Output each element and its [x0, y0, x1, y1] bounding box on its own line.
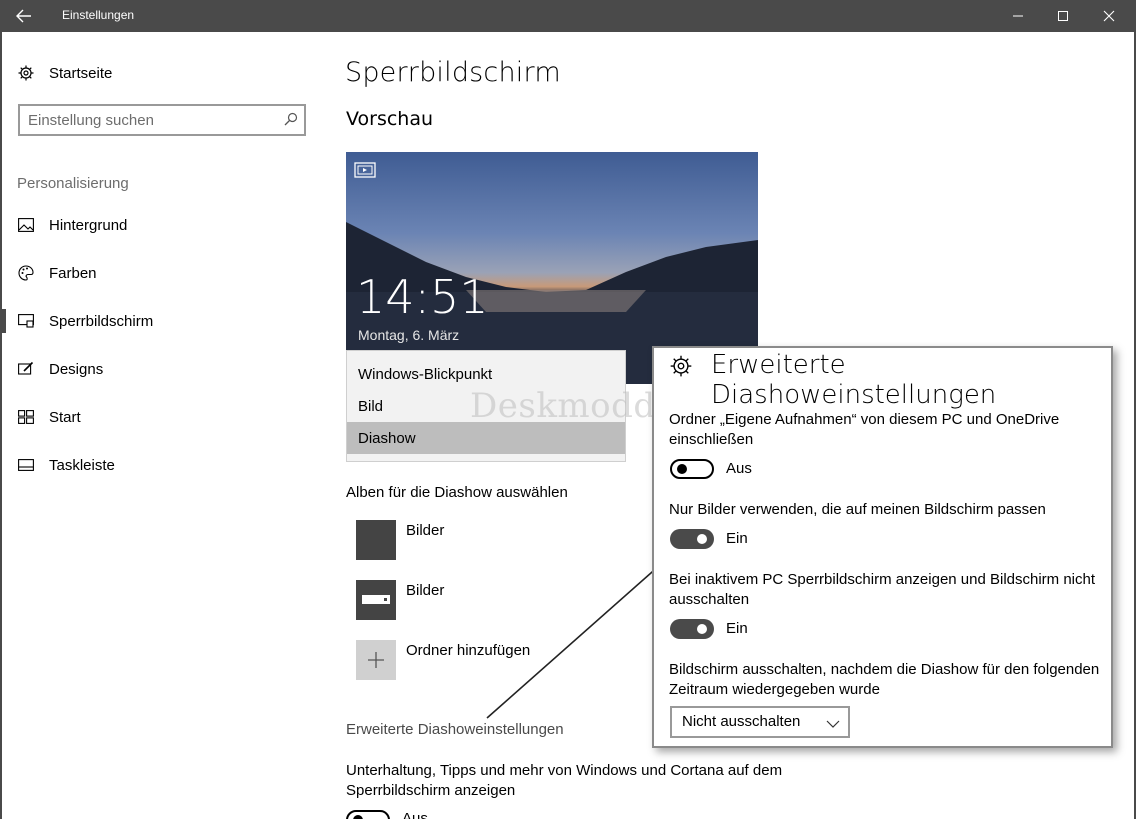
sidebar-item-label: Hintergrund [49, 216, 128, 234]
maximize-button[interactable] [1040, 0, 1086, 32]
active-indicator [2, 309, 6, 333]
sidebar-item-start[interactable]: Start [17, 405, 81, 429]
minimize-button[interactable] [995, 0, 1041, 32]
toggle-knob [697, 534, 707, 544]
plus-icon [368, 652, 384, 668]
close-button[interactable] [1086, 0, 1132, 32]
setting-label: Ordner „Eigene Aufnahmen“ von diesem PC … [669, 411, 1060, 448]
sidebar-section-label: Personalisierung [17, 175, 129, 192]
gear-icon [17, 64, 35, 82]
sidebar-item-designs[interactable]: Designs [17, 357, 103, 381]
page-title: Sperrbildschirm [345, 57, 561, 88]
sidebar-item-label: Farben [49, 264, 97, 282]
search-icon[interactable] [284, 112, 298, 131]
toggle-knob [353, 815, 363, 819]
album-label[interactable]: Bilder [406, 522, 444, 539]
add-folder-button[interactable] [356, 640, 396, 680]
fit-screen-toggle[interactable] [670, 529, 714, 549]
toggle-state: Ein [726, 530, 748, 547]
toggle-knob [697, 624, 707, 634]
toggle-knob [677, 464, 687, 474]
designs-icon [17, 360, 35, 378]
setting-label: Nur Bilder verwenden, die auf meinen Bil… [669, 501, 1046, 518]
screen-off-select[interactable]: Nicht ausschalten [670, 706, 850, 738]
back-arrow-icon [16, 9, 31, 23]
advanced-slideshow-link[interactable]: Erweiterte Diashoweinstellungen [346, 721, 564, 738]
toggle-state: Aus [726, 460, 752, 477]
preview-heading: Vorschau [346, 108, 434, 130]
taskbar-icon [17, 456, 35, 474]
screen-off-label: Bildschirm ausschalten, nachdem die Dias… [669, 661, 1100, 698]
album-thumbnail[interactable] [356, 520, 396, 560]
album-label[interactable]: Bilder [406, 582, 444, 599]
palette-icon [17, 264, 35, 282]
sidebar-home-label: Startseite [49, 64, 113, 82]
maximize-icon [1058, 11, 1068, 21]
inactive-lockscreen-toggle[interactable] [670, 619, 714, 639]
sidebar-item-label: Start [49, 408, 81, 426]
minimize-icon [1013, 15, 1023, 17]
sidebar-item-taskleiste[interactable]: Taskleiste [17, 453, 115, 477]
chevron-down-icon [826, 716, 840, 734]
advanced-slideshow-popup: Erweiterte Diashoweinstellungen Ordner „… [652, 346, 1113, 748]
dropdown-option-selected[interactable]: Diashow [347, 422, 625, 454]
sidebar-home[interactable]: Startseite [17, 61, 112, 85]
include-camera-roll-toggle[interactable] [670, 459, 714, 479]
sidebar-item-label: Designs [49, 360, 104, 378]
search-box[interactable] [18, 104, 306, 136]
back-button[interactable] [0, 0, 48, 32]
preview-date: Montag, 6. März [358, 327, 460, 343]
album-drive-thumbnail[interactable] [356, 580, 396, 620]
gear-icon [670, 355, 692, 382]
tips-toggle-state: Aus [402, 810, 428, 819]
sidebar-item-label: Sperrbildschirm [49, 312, 154, 330]
window-border-left [0, 32, 2, 819]
slideshow-icon [354, 162, 376, 183]
setting-label: Bei inaktivem PC Sperrbildschirm anzeige… [669, 571, 1096, 608]
start-icon [17, 408, 35, 426]
title-bar: Einstellungen [0, 0, 1136, 32]
sidebar-item-sperrbildschirm[interactable]: Sperrbildschirm [17, 309, 153, 333]
sidebar-item-label: Taskleiste [49, 456, 115, 474]
search-input[interactable] [28, 110, 278, 130]
window-title: Einstellungen [62, 8, 135, 22]
close-icon [1103, 10, 1115, 22]
picture-icon [17, 216, 35, 234]
lockscreen-icon [17, 312, 35, 330]
preview-time: 14:51 [356, 270, 489, 324]
tips-text: Unterhaltung, Tipps und mehr von Windows… [346, 762, 783, 799]
drive-icon [362, 595, 390, 604]
sidebar-item-hintergrund[interactable]: Hintergrund [17, 213, 127, 237]
albums-heading: Alben für die Diashow auswählen [346, 484, 568, 501]
sidebar-item-farben[interactable]: Farben [17, 261, 97, 285]
popup-title: Erweiterte Diashoweinstellungen [711, 350, 997, 410]
toggle-state: Ein [726, 620, 748, 637]
tips-toggle[interactable] [346, 810, 390, 819]
screen-off-value: Nicht ausschalten [682, 713, 801, 730]
add-folder-label[interactable]: Ordner hinzufügen [406, 642, 530, 659]
